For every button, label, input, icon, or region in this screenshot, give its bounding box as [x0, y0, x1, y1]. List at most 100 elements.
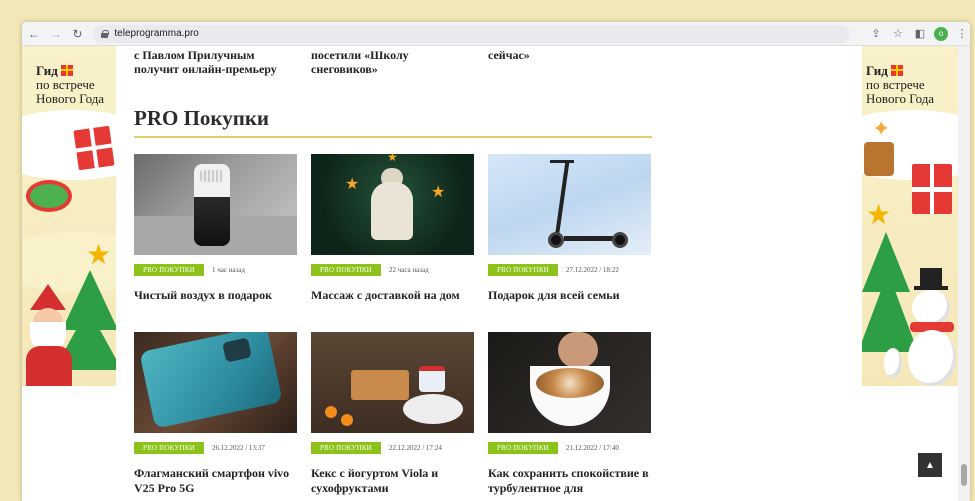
- share-icon: ⇪: [871, 28, 881, 40]
- section-divider: [134, 136, 652, 138]
- profile-avatar[interactable]: o: [933, 26, 948, 41]
- cake-icon: [351, 370, 409, 400]
- forward-button[interactable]: →: [46, 24, 66, 44]
- category-tag[interactable]: PRO ПОКУПКИ: [488, 264, 558, 276]
- cupcake-icon: [864, 142, 894, 176]
- scrollbar-track[interactable]: [958, 46, 970, 501]
- article-date: 21.12.2022 / 17:40: [565, 444, 619, 452]
- browser-window: ← → ↻ teleprogramma.pro ⇪ ☆ ◧ o ⋮ Гид по…: [22, 22, 970, 501]
- toolbar-actions: ⇪ ☆ ◧ o ⋮: [868, 26, 970, 42]
- banner-line-1-right: Гид: [866, 63, 888, 78]
- prev-article-title-1[interactable]: с Павлом Прилучным получит онлайн-премье…: [134, 48, 294, 76]
- back-button[interactable]: ←: [24, 24, 44, 44]
- arrow-right-icon: →: [49, 26, 62, 41]
- prev-article-title-2[interactable]: посетили «Школу снеговиков»: [311, 48, 471, 76]
- banner-line-3-right: Нового Года: [866, 91, 935, 106]
- banner-line-2-right: по встрече: [866, 77, 925, 92]
- snowman-head-icon: [912, 290, 950, 326]
- category-tag[interactable]: PRO ПОКУПКИ: [488, 442, 558, 454]
- article-meta: PRO ПОКУПКИ 22.12.2022 / 17:24: [311, 442, 474, 454]
- article-image[interactable]: [311, 332, 474, 433]
- article-title[interactable]: Чистый воздух в подарок: [134, 288, 297, 303]
- reload-button[interactable]: ↻: [68, 24, 88, 44]
- lock-icon: [101, 29, 110, 38]
- article-card[interactable]: PRO ПОКУПКИ 1 час назад Чистый воздух в …: [134, 154, 297, 303]
- browser-toolbar: ← → ↻ teleprogramma.pro ⇪ ☆ ◧ o ⋮: [22, 22, 970, 46]
- article-title[interactable]: Массаж с доставкой на дом: [311, 288, 474, 303]
- article-title[interactable]: Флагманский смартфон vivo V25 Pro 5G: [134, 466, 297, 496]
- star-decoration-right-icon: ★: [866, 200, 892, 231]
- banner-line-1: Гид: [36, 63, 58, 78]
- page-viewport: Гид по встрече Нового Года ★ Гид по встр…: [22, 46, 970, 501]
- kebab-menu-icon: ⋮: [956, 28, 968, 40]
- article-date: 22 часа назад: [388, 266, 429, 274]
- article-date: 27.12.2022 / 18:22: [565, 266, 619, 274]
- article-card[interactable]: PRO ПОКУПКИ 21.12.2022 / 17:40 Как сохра…: [488, 332, 651, 496]
- bunny-icon: [884, 348, 902, 378]
- article-card[interactable]: PRO ПОКУПКИ 26.12.2022 / 13:37 Флагманск…: [134, 332, 297, 496]
- article-image[interactable]: [134, 154, 297, 255]
- profile-initial: o: [938, 29, 944, 38]
- scrollbar-thumb[interactable]: [961, 464, 967, 486]
- snowman-body-icon: [908, 330, 956, 386]
- banner-line-3: Нового Года: [36, 91, 105, 106]
- side-panel-button[interactable]: ◧: [912, 26, 928, 42]
- ornament-star-icon: ★: [387, 154, 398, 164]
- drum-icon: [26, 180, 72, 212]
- gift-box-icon: [73, 125, 115, 171]
- right-holiday-banner[interactable]: Гид по встрече Нового Года ✦ ★: [862, 46, 960, 386]
- section-title[interactable]: PRO Покупки: [134, 106, 269, 131]
- santa-hat-icon: [30, 284, 66, 310]
- article-image[interactable]: ★ ★ ★: [311, 154, 474, 255]
- scooter-icon: [554, 160, 570, 240]
- banner-line-2: по встрече: [36, 77, 95, 92]
- article-title[interactable]: Как сохранить спокойствие в турбулентное…: [488, 466, 651, 496]
- article-image[interactable]: [488, 332, 651, 433]
- article-meta: PRO ПОКУПКИ 22 часа назад: [311, 264, 474, 276]
- star-icon: ☆: [893, 28, 903, 40]
- gift-box-right-icon: [912, 164, 952, 214]
- massager-icon: [371, 182, 413, 240]
- share-button[interactable]: ⇪: [868, 26, 884, 42]
- reload-icon: ↻: [72, 26, 83, 41]
- category-tag[interactable]: PRO ПОКУПКИ: [134, 264, 204, 276]
- category-tag[interactable]: PRO ПОКУПКИ: [134, 442, 204, 454]
- address-bar[interactable]: teleprogramma.pro: [93, 24, 850, 43]
- scroll-to-top-button[interactable]: ▲: [918, 453, 942, 477]
- smartphone-icon: [139, 332, 283, 429]
- address-url: teleprogramma.pro: [114, 28, 199, 39]
- main-content: с Павлом Прилучным получит онлайн-премье…: [134, 46, 654, 501]
- yogurt-icon: [419, 366, 445, 392]
- arrow-left-icon: ←: [27, 26, 40, 41]
- article-title[interactable]: Подарок для всей семьи: [488, 288, 651, 303]
- article-meta: PRO ПОКУПКИ 26.12.2022 / 13:37: [134, 442, 297, 454]
- banner-text: Гид по встрече Нового Года: [36, 64, 116, 106]
- gift-icon: [60, 65, 73, 76]
- category-tag[interactable]: PRO ПОКУПКИ: [311, 442, 381, 454]
- article-image[interactable]: [134, 332, 297, 433]
- ornament-star-icon: ★: [345, 176, 360, 193]
- ornament-star-icon: ★: [431, 184, 446, 201]
- article-date: 22.12.2022 / 17:24: [388, 444, 442, 452]
- left-holiday-banner[interactable]: Гид по встрече Нового Года ★: [22, 46, 116, 386]
- article-date: 1 час назад: [211, 266, 245, 274]
- article-title[interactable]: Кекс с йогуртом Viola и сухофруктами: [311, 466, 474, 496]
- star-decoration-icon: ★: [86, 240, 112, 271]
- banner-text-right: Гид по встрече Нового Года: [866, 64, 946, 106]
- gift-icon-right: [890, 65, 903, 76]
- bookmark-button[interactable]: ☆: [890, 26, 906, 42]
- article-date: 26.12.2022 / 13:37: [211, 444, 265, 452]
- category-tag[interactable]: PRO ПОКУПКИ: [311, 264, 381, 276]
- christmas-tree-right-lower-icon: [862, 272, 918, 352]
- chevron-up-icon: ▲: [925, 459, 935, 471]
- side-panel-icon: ◧: [914, 28, 926, 40]
- article-card[interactable]: PRO ПОКУПКИ 27.12.2022 / 18:22 Подарок д…: [488, 154, 651, 303]
- article-card[interactable]: PRO ПОКУПКИ 22.12.2022 / 17:24 Кекс с йо…: [311, 332, 474, 496]
- snowman-hat-icon: [920, 268, 942, 288]
- menu-button[interactable]: ⋮: [954, 26, 970, 42]
- article-image[interactable]: [488, 154, 651, 255]
- prev-article-title-3[interactable]: сейчас»: [488, 48, 648, 62]
- article-card[interactable]: ★ ★ ★ PRO ПОКУПКИ 22 часа назад Массаж с…: [311, 154, 474, 303]
- article-meta: PRO ПОКУПКИ 27.12.2022 / 18:22: [488, 264, 651, 276]
- article-meta: PRO ПОКУПКИ 1 час назад: [134, 264, 297, 276]
